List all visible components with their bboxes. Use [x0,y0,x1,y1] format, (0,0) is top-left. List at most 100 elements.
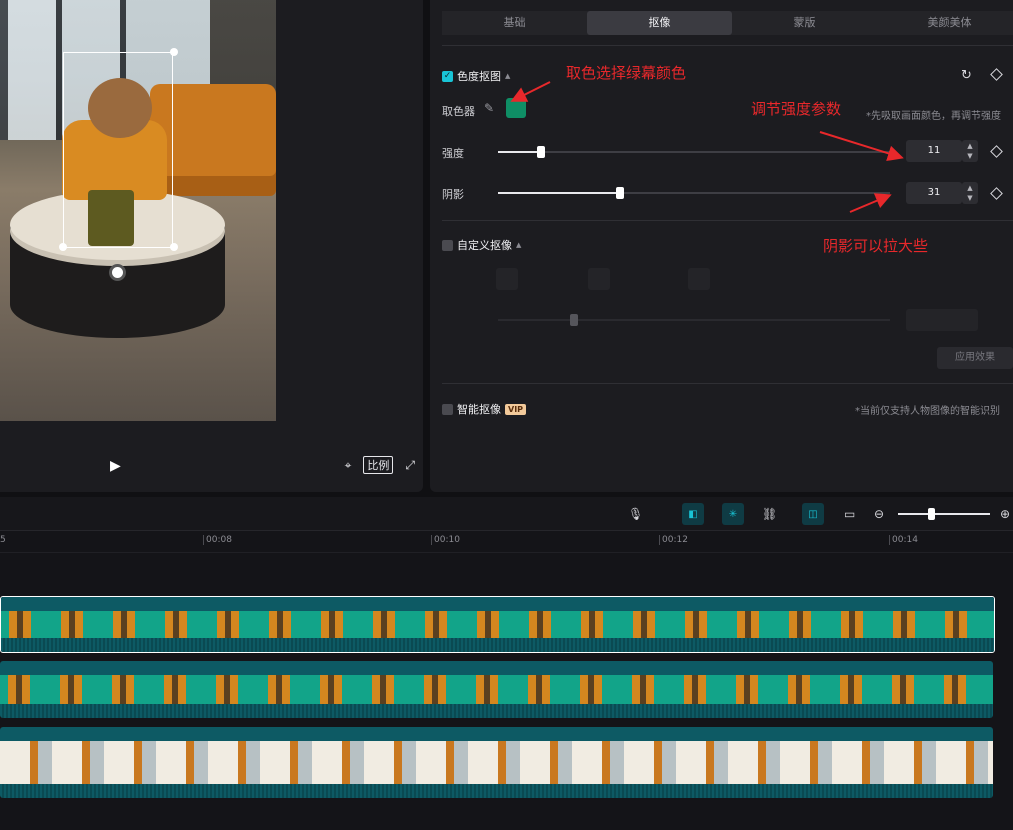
smart-cutout-checkbox[interactable] [442,403,453,415]
strength-stepper[interactable]: ▲ ▼ [962,140,978,162]
fullscreen-button[interactable]: ⤢ [405,456,415,474]
custom-cutout-header: 自定义抠像 ▲ [442,237,521,253]
ruler-tick-fragment: 5 [0,535,6,545]
auto-snap-button[interactable]: ✳ [722,503,744,525]
zoom-out-button[interactable]: ⊖ [874,503,884,525]
focus-icon: ⌖ [344,457,352,472]
main-track-magnet-button[interactable]: ◧ [682,503,704,525]
keyframe-diamond-icon[interactable] [990,68,1003,81]
disabled-tool-button [588,268,610,290]
smart-cutout-header: 智能抠像 VIP [442,401,527,417]
chroma-key-checkbox[interactable]: ✓ [442,70,453,82]
microphone-button[interactable]: 🎙 [628,503,643,525]
shadow-keyframe-diamond-icon[interactable] [990,187,1003,200]
ruler-tick: 00:08 [203,535,232,545]
disabled-tool-button [496,268,518,290]
play-button[interactable]: ▶ [110,458,126,474]
focus-button[interactable]: ⌖ [345,456,352,474]
annotation-shadow-tip: 阴影可以拉大些 [823,237,929,255]
clip-header [1,597,994,611]
timeline-clip[interactable] [0,661,993,718]
timeline-panel: 🎙 ◧ ✳ ⛓ ◫ ▭ ⊖ ⊕ 5 00:08 00:10 00:12 00:1… [0,497,1013,830]
vip-badge: VIP [505,403,527,415]
timeline-clip-background[interactable] [0,727,993,798]
microphone-icon: 🎙 [628,507,644,521]
annotation-adjust-strength: 调节强度参数 [751,100,842,118]
chroma-hint: *先吸取画面颜色，再调节强度 [866,111,1001,122]
shadow-label: 阴影 [442,188,464,201]
property-tabs: 基础 抠像 蒙版 美颜美体 [442,11,1013,35]
resize-handle-top-right[interactable] [170,48,178,56]
disabled-value-input [906,309,978,331]
link-button[interactable]: ⛓ [762,503,777,525]
strength-label: 强度 [442,147,464,160]
ruler-tick: 00:12 [659,535,688,545]
eyedropper-icon[interactable]: ✎ [484,101,494,115]
zoom-out-icon: ⊖ [874,507,885,521]
magnet-icon: ◧ [688,508,698,520]
picked-color-swatch[interactable] [506,98,526,118]
preview-toolbar: ⌖ 比例 ⤢ [345,456,415,474]
ruler-tick: 00:10 [431,535,460,545]
smart-cutout-title: 智能抠像 [457,403,501,416]
zoom-slider[interactable] [898,513,990,515]
clip-waveform [0,784,993,798]
zoom-slider-thumb[interactable] [928,508,935,520]
video-canvas[interactable] [0,0,276,421]
strength-value-input[interactable]: 11 [906,140,962,162]
custom-cutout-title: 自定义抠像 [457,239,512,252]
chroma-key-header: ✓ 色度抠图 ▲ [442,68,510,84]
time-ruler[interactable]: 5 00:08 00:10 00:12 00:14 [0,531,1013,553]
selection-box[interactable] [59,48,178,251]
disabled-slider [498,314,890,326]
tab-cutout[interactable]: 抠像 [587,11,732,35]
shadow-slider-thumb[interactable] [616,187,624,199]
timeline-clip-selected[interactable] [0,596,995,653]
apply-effect-button[interactable]: 应用效果 [937,347,1013,369]
fullscreen-icon: ⤢ [405,457,415,472]
screen-button[interactable]: ▭ [844,503,855,525]
divider [442,383,1013,384]
annotation-pick-color: 取色选择绿幕颜色 [566,64,687,82]
clip-header [0,727,993,741]
chroma-key-title: 色度抠图 [457,70,501,83]
shadow-slider[interactable] [498,187,890,199]
ruler-tick: 00:14 [889,535,918,545]
strength-slider[interactable] [498,146,890,158]
snap-icon: ✳ [728,508,738,520]
clip-waveform [1,638,994,652]
shadow-stepper[interactable]: ▲ ▼ [962,182,978,204]
color-picker-label: 取色器 [442,105,475,118]
tab-mask[interactable]: 蒙版 [732,11,877,35]
strength-keyframe-diamond-icon[interactable] [990,145,1003,158]
link-icon: ⛓ [762,507,778,521]
disabled-tool-button [688,268,710,290]
strength-slider-fill [498,151,541,153]
axis-icon: ◫ [808,508,818,520]
tab-basic[interactable]: 基础 [442,11,587,35]
clip-thumbnails [0,741,993,784]
preview-panel: ▶ ⌖ 比例 ⤢ [0,0,423,492]
strength-slider-thumb[interactable] [537,146,545,158]
resize-handle-bottom-left[interactable] [59,243,67,251]
clip-waveform [0,704,993,718]
collapse-caret-icon[interactable]: ▲ [516,241,521,249]
tab-beauty[interactable]: 美颜美体 [877,11,1013,35]
divider [442,220,1013,221]
disabled-slider-thumb [570,314,578,326]
smart-cutout-hint: *当前仅支持人物图像的智能识别 [855,406,1000,417]
rotate-handle[interactable] [109,264,126,281]
zoom-in-icon: ⊕ [1000,507,1011,521]
divider [442,45,1013,46]
custom-cutout-checkbox[interactable] [442,239,453,251]
preview-axis-button[interactable]: ◫ [802,503,824,525]
shadow-value-input[interactable]: 31 [906,182,962,204]
timeline-toolbar: 🎙 ◧ ✳ ⛓ ◫ ▭ ⊖ ⊕ [0,497,1013,531]
clip-header [0,661,993,675]
zoom-in-button[interactable]: ⊕ [1000,503,1010,525]
collapse-caret-icon[interactable]: ▲ [505,72,510,80]
shadow-slider-fill [498,192,620,194]
resize-handle-bottom-right[interactable] [170,243,178,251]
reset-icon[interactable]: ↻ [961,68,972,83]
ratio-button[interactable]: 比例 [363,456,394,474]
